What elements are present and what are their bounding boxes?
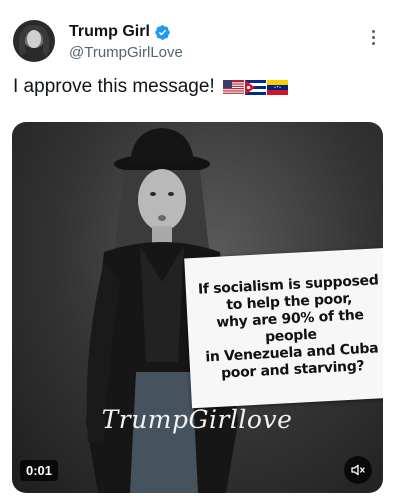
verified-badge-icon — [155, 24, 170, 40]
author-display-name[interactable]: Trump Girl — [69, 23, 150, 41]
tweet-text-content: I approve this message! — [13, 76, 215, 97]
us-flag-icon — [222, 79, 244, 95]
more-options-icon[interactable] — [365, 30, 381, 48]
avatar[interactable] — [13, 20, 55, 62]
tweet-header: Trump Girl @TrumpGirlLove — [0, 0, 396, 76]
author-handle[interactable]: @TrumpGirlLove — [69, 44, 183, 61]
sign-text: If socialism is supposed to help the poo… — [191, 272, 383, 384]
author-name-row[interactable]: Trump Girl — [69, 23, 171, 41]
video-duration-badge: 0:01 — [20, 460, 59, 481]
tweet-text: I approve this message! — [13, 76, 288, 98]
avatar-face — [27, 30, 41, 48]
mute-button[interactable] — [344, 456, 372, 484]
venezuela-flag-icon — [266, 79, 288, 95]
protest-sign: If socialism is supposed to help the poo… — [184, 247, 383, 409]
watermark-text: TrumpGirllove — [101, 405, 293, 434]
flag-emojis — [222, 79, 288, 95]
speaker-muted-icon — [351, 464, 365, 476]
video-player[interactable]: If socialism is supposed to help the poo… — [12, 122, 383, 493]
cuba-flag-icon — [244, 79, 266, 95]
